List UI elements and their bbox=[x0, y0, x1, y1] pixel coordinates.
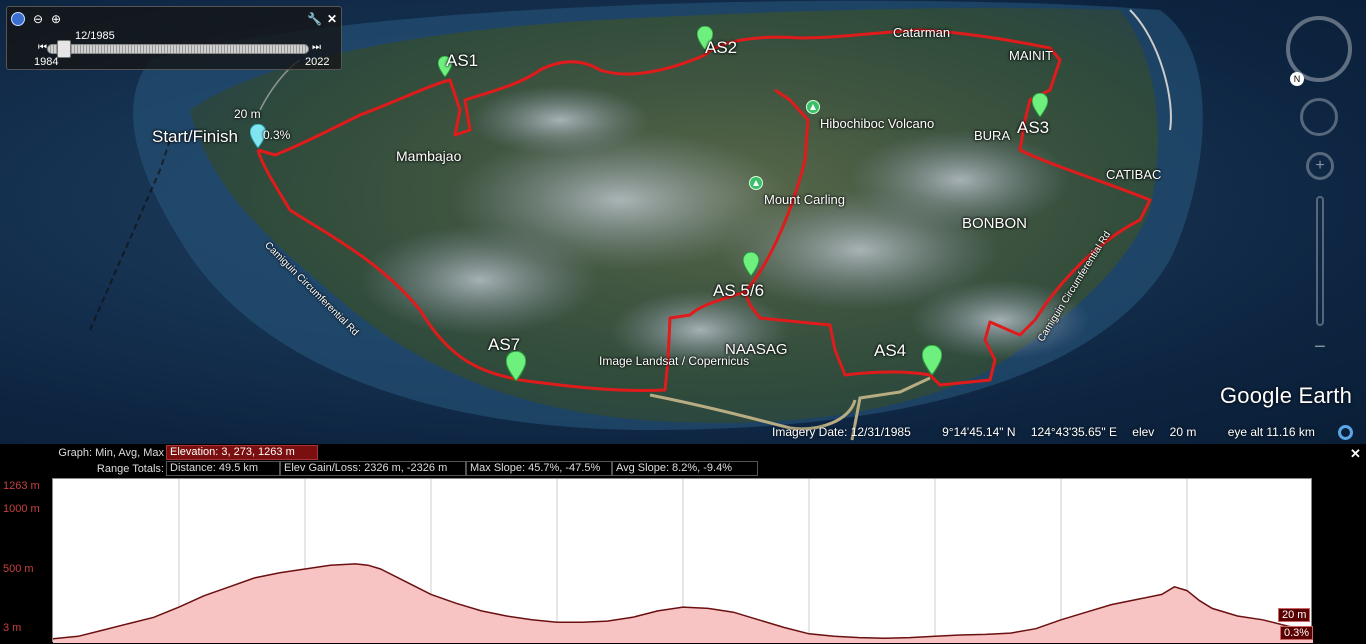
elev-value: 20 m bbox=[1169, 425, 1197, 439]
close-icon[interactable]: ✕ bbox=[325, 12, 339, 26]
catibac-label: CATIBAC bbox=[1106, 167, 1162, 182]
time-slider-thumb[interactable] bbox=[57, 40, 72, 58]
mainit-label: MAINIT bbox=[1009, 48, 1054, 63]
google-earth-logo: Google Earth bbox=[1220, 383, 1353, 408]
distance-stat: Distance: 49.5 km bbox=[166, 461, 280, 476]
hibochiboc-volcano-label: Hibochiboc Volcano bbox=[820, 116, 935, 131]
range-totals-label: Range Totals: bbox=[96, 463, 164, 475]
slider-end-year: 2022 bbox=[305, 56, 330, 68]
graph-label: Graph: Min, Avg, Max bbox=[58, 447, 164, 459]
as4-pin-icon[interactable] bbox=[922, 345, 942, 375]
as2-label: AS2 bbox=[705, 38, 738, 57]
zoom-in-button[interactable]: + bbox=[1306, 152, 1334, 180]
time-slider-track[interactable] bbox=[47, 44, 309, 54]
latitude: 9°14'45.14" N bbox=[942, 425, 1016, 439]
as4-label: AS4 bbox=[874, 341, 907, 360]
as56-label: AS 5/6 bbox=[713, 281, 765, 300]
mountain-peak-icon[interactable] bbox=[749, 176, 763, 190]
close-icon[interactable]: ✕ bbox=[1350, 446, 1361, 462]
elevation-marker-label: 20 m bbox=[234, 107, 261, 121]
imagery-date: Imagery Date: 12/31/1985 bbox=[772, 425, 911, 439]
historical-imagery-slider[interactable]: ⊖ ⊕ 🔧 ✕ 12/1985 ⏮ ⏭ 1984 2022 bbox=[6, 6, 342, 70]
bonbon-label: BONBON bbox=[962, 215, 1028, 232]
elevation-graph[interactable] bbox=[52, 478, 1313, 643]
as56-pin-icon[interactable] bbox=[743, 252, 759, 276]
wrench-icon[interactable]: 🔧 bbox=[307, 12, 322, 26]
loading-ring-icon bbox=[1338, 425, 1353, 440]
status-bar: Imagery Date: 12/31/1985 9°14'45.14" N 1… bbox=[772, 425, 1327, 439]
clock-icon[interactable] bbox=[11, 12, 25, 26]
slider-start-year: 1984 bbox=[34, 56, 59, 68]
as3-label: AS3 bbox=[1017, 118, 1050, 137]
zoom-out-icon[interactable]: ⊖ bbox=[31, 12, 45, 26]
elev-gain-loss-stat: Elev Gain/Loss: 2326 m, -2326 m bbox=[280, 461, 466, 476]
zoom-in-icon[interactable]: ⊕ bbox=[49, 12, 63, 26]
catarman-label: Catarman bbox=[893, 25, 951, 40]
as1-label: AS1 bbox=[446, 51, 479, 70]
avg-slope-stat: Avg Slope: 8.2%, -9.4% bbox=[612, 461, 758, 476]
previous-date-button[interactable]: ⏮ bbox=[38, 42, 47, 53]
mambajao-label: Mambajao bbox=[396, 148, 462, 164]
y-tick-min: 3 m bbox=[3, 622, 22, 634]
elevation-chart-svg[interactable] bbox=[53, 479, 1313, 643]
eye-altitude: eye alt 11.16 km bbox=[1227, 425, 1315, 439]
map-view[interactable]: ⊖ ⊕ 🔧 ✕ 12/1985 ⏮ ⏭ 1984 2022 20 m 0.3% … bbox=[0, 0, 1366, 444]
y-tick-500: 500 m bbox=[3, 563, 34, 575]
slope-marker-label: 0.3% bbox=[263, 128, 291, 142]
end-slope-badge: 0.3% bbox=[1280, 626, 1314, 640]
mount-carling-label: Mount Carling bbox=[764, 192, 845, 207]
as7-pin-icon[interactable] bbox=[506, 351, 526, 381]
longitude: 124°43'35.65" E bbox=[1030, 425, 1117, 439]
elevation-stats: Elevation: 3, 273, 1263 m bbox=[166, 445, 318, 460]
imagery-credit: Image Landsat / Copernicus bbox=[599, 354, 750, 368]
zoom-out-button[interactable]: − bbox=[1308, 336, 1332, 358]
google-earth-window: ⊖ ⊕ 🔧 ✕ 12/1985 ⏮ ⏭ 1984 2022 20 m 0.3% … bbox=[0, 0, 1366, 644]
next-date-button[interactable]: ⏭ bbox=[312, 42, 321, 53]
end-elevation-badge: 20 m bbox=[1278, 608, 1311, 622]
bura-label: BURA bbox=[974, 128, 1011, 143]
y-tick-max: 1263 m bbox=[3, 480, 40, 492]
as3-pin-icon[interactable] bbox=[1032, 93, 1048, 117]
as7-label: AS7 bbox=[488, 335, 521, 354]
slider-current-date: 12/1985 bbox=[75, 30, 115, 42]
start-finish-label: Start/Finish bbox=[152, 127, 238, 146]
y-tick-1000: 1000 m bbox=[3, 503, 40, 515]
max-slope-stat: Max Slope: 45.7%, -47.5% bbox=[466, 461, 612, 476]
move-joystick[interactable] bbox=[1300, 98, 1338, 136]
elev-label: elev bbox=[1132, 425, 1155, 439]
volcano-peak-icon[interactable] bbox=[806, 100, 820, 114]
north-reset-icon[interactable]: N bbox=[1290, 72, 1304, 86]
elevation-profile-panel: Graph: Min, Avg, Max Elevation: 3, 273, … bbox=[0, 444, 1366, 644]
zoom-slider[interactable] bbox=[1316, 196, 1324, 326]
